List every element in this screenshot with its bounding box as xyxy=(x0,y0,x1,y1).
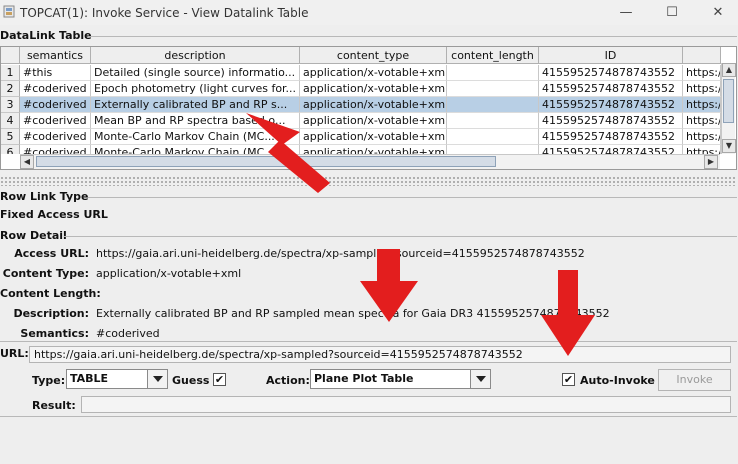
annotation-arrow-down-middle xyxy=(360,249,418,322)
annotation-arrow-down-right xyxy=(541,270,595,356)
annotation-arrows xyxy=(246,113,595,356)
annotation-arrow-diagonal xyxy=(246,113,330,193)
